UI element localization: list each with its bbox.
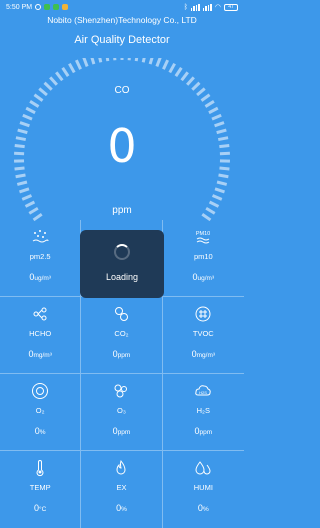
gauge-tick xyxy=(141,58,146,63)
sensor-card-h2s[interactable]: H2S H₂S 0ppm xyxy=(162,374,244,451)
svg-text:PM10: PM10 xyxy=(196,231,210,237)
loading-text: Loading xyxy=(105,272,139,282)
gauge-tick xyxy=(168,62,176,74)
sensor-value: 0ug/m³ xyxy=(29,272,51,282)
sensor-name: HUMI xyxy=(193,483,213,492)
flame-icon xyxy=(116,459,126,475)
sensor-card-humi[interactable]: HUMI 0% xyxy=(163,451,244,528)
sensor-card-co2[interactable]: CO₂ 0ppm xyxy=(81,297,163,374)
droplets-icon xyxy=(195,461,211,475)
sensor-value: 0% xyxy=(116,503,127,513)
sensor-name: O₂ xyxy=(35,406,45,415)
gauge-tick xyxy=(25,106,36,115)
settings-icon xyxy=(35,4,42,10)
gauge-tick xyxy=(15,173,26,179)
sensor-value: 0ppm xyxy=(112,349,131,359)
gauge-tick xyxy=(186,76,195,86)
hcho-icon xyxy=(33,307,47,321)
sensor-name: H₂S xyxy=(196,406,210,415)
sensor-value: 0mg/m³ xyxy=(28,349,52,359)
pm10-icon: PM10 xyxy=(196,231,211,244)
notification-icon xyxy=(62,4,69,10)
status-time: 5:50 PM xyxy=(6,3,33,11)
sensor-card-pm10[interactable]: PM10 pm10 0ug/m³ xyxy=(162,220,244,297)
sensor-value: 0mg/m³ xyxy=(191,349,216,359)
loading-dialog: Loading xyxy=(80,230,164,298)
company-name: Nobito (Shenzhen)Technology Co., LTD xyxy=(47,15,197,25)
sensor-value: 0ppm xyxy=(194,426,213,436)
o3-icon xyxy=(114,384,128,398)
gauge-tick xyxy=(19,187,30,194)
tvoc-icon xyxy=(195,306,211,322)
gauge-tick xyxy=(218,173,229,179)
gauge-tick xyxy=(61,66,70,77)
sensor-value: 0ppm xyxy=(112,426,131,436)
svg-text:H2S: H2S xyxy=(199,390,207,395)
battery-icon: 47 xyxy=(224,3,238,11)
sensor-name: TEMP xyxy=(29,483,51,492)
notification-icon xyxy=(44,4,51,10)
gauge-tick xyxy=(134,58,139,62)
status-left: 5:50 PM xyxy=(6,3,69,11)
sensor-name: pm10 xyxy=(193,252,213,261)
status-bar: 5:50 PM ᛒ ◠ 47 xyxy=(0,0,244,14)
sensor-card-tvoc[interactable]: TVOC 0mg/m³ xyxy=(162,297,244,374)
sensor-name: EX xyxy=(116,483,127,492)
sensor-name: pm2.5 xyxy=(29,252,51,261)
bluetooth-icon: ᛒ xyxy=(183,3,188,11)
sensor-value: 0ug/m³ xyxy=(192,272,215,282)
gauge-tick xyxy=(16,180,28,186)
thermometer-icon xyxy=(36,460,44,477)
sensor-value: 0% xyxy=(197,503,209,513)
page-title: Air Quality Detector xyxy=(74,34,170,46)
sensor-card-o3[interactable]: O₃ 0ppm xyxy=(81,374,163,451)
gauge-unit: ppm xyxy=(112,205,132,216)
gauge-tick xyxy=(155,58,162,67)
gauge-label: CO xyxy=(114,85,130,96)
gauge-value: 0 xyxy=(107,119,137,173)
sensor-name: TVOC xyxy=(192,329,214,338)
wifi-icon: ◠ xyxy=(214,4,221,11)
sensor-card-pm25[interactable]: pm2.5 0ug/m³ xyxy=(0,220,82,297)
sensor-card-temp[interactable]: TEMP 0°C xyxy=(0,451,82,528)
signal-icon xyxy=(190,3,200,11)
sensor-name: O₃ xyxy=(117,406,126,415)
gauge-tick xyxy=(82,58,89,67)
gauge-tick xyxy=(174,66,183,77)
gauge-tick xyxy=(74,59,82,70)
sensor-name: CO₂ xyxy=(114,329,129,338)
co2-icon xyxy=(115,307,129,321)
sensor-name: HCHO xyxy=(29,329,52,338)
gauge-tick xyxy=(204,100,215,108)
o2-icon xyxy=(32,383,49,399)
sensor-card-o2[interactable]: O₂ 0% xyxy=(0,374,82,451)
loading-spinner-icon xyxy=(114,244,130,260)
particles-icon xyxy=(32,230,49,243)
gauge-tick xyxy=(49,76,58,86)
gauge-tick xyxy=(211,194,223,201)
gauge-tick xyxy=(21,194,33,201)
sensor-value: 0% xyxy=(34,426,46,436)
status-right: ᛒ ◠ 47 xyxy=(184,3,238,11)
gauge-tick xyxy=(55,71,64,82)
gauge-tick xyxy=(214,187,225,194)
gauge-tick xyxy=(29,100,40,108)
gauge-tick xyxy=(98,58,103,63)
sensor-card-hcho[interactable]: HCHO 0mg/m³ xyxy=(0,297,82,374)
gauge-tick xyxy=(105,58,110,62)
sensor-value: 0°C xyxy=(34,503,47,513)
gauge-tick xyxy=(148,58,154,65)
gauge-tick xyxy=(162,59,170,70)
gauge-tick xyxy=(127,58,131,61)
gauge-tick xyxy=(90,58,96,65)
signal-icon xyxy=(202,3,212,11)
gauge-tick xyxy=(216,180,228,186)
gauge-tick xyxy=(208,106,219,115)
gauge-tick xyxy=(113,58,117,61)
gauge-tick xyxy=(180,71,189,82)
gauge-tick xyxy=(68,62,76,74)
sensor-card-ex[interactable]: EX 0% xyxy=(81,451,163,528)
h2s-icon: H2S xyxy=(195,385,212,396)
notification-icon xyxy=(53,4,60,10)
